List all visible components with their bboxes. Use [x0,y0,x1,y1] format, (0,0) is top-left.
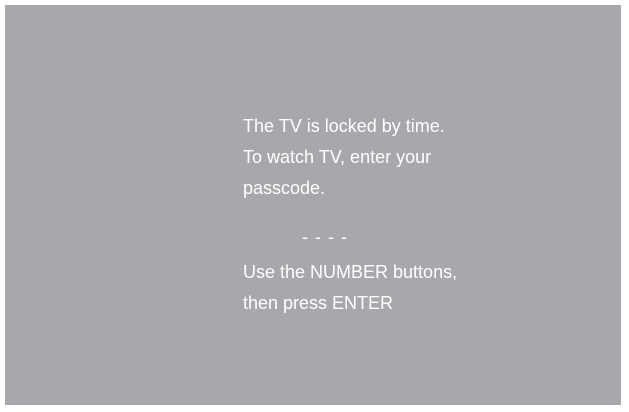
passcode-instructions: Use the NUMBER buttons, then press ENTER [243,257,583,319]
lock-message-line-1: The TV is locked by time. [243,116,445,136]
lock-message-line-3: passcode. [243,178,326,198]
lock-message-line-2: To watch TV, enter your [243,147,432,167]
lock-message: The TV is locked by time. To watch TV, e… [243,111,583,204]
tv-lock-screen: The TV is locked by time. To watch TV, e… [5,5,621,405]
passcode-input[interactable]: - - - - [302,227,348,248]
instruction-line-1: Use the NUMBER buttons, [243,262,458,282]
instruction-line-2: then press ENTER [243,293,394,313]
